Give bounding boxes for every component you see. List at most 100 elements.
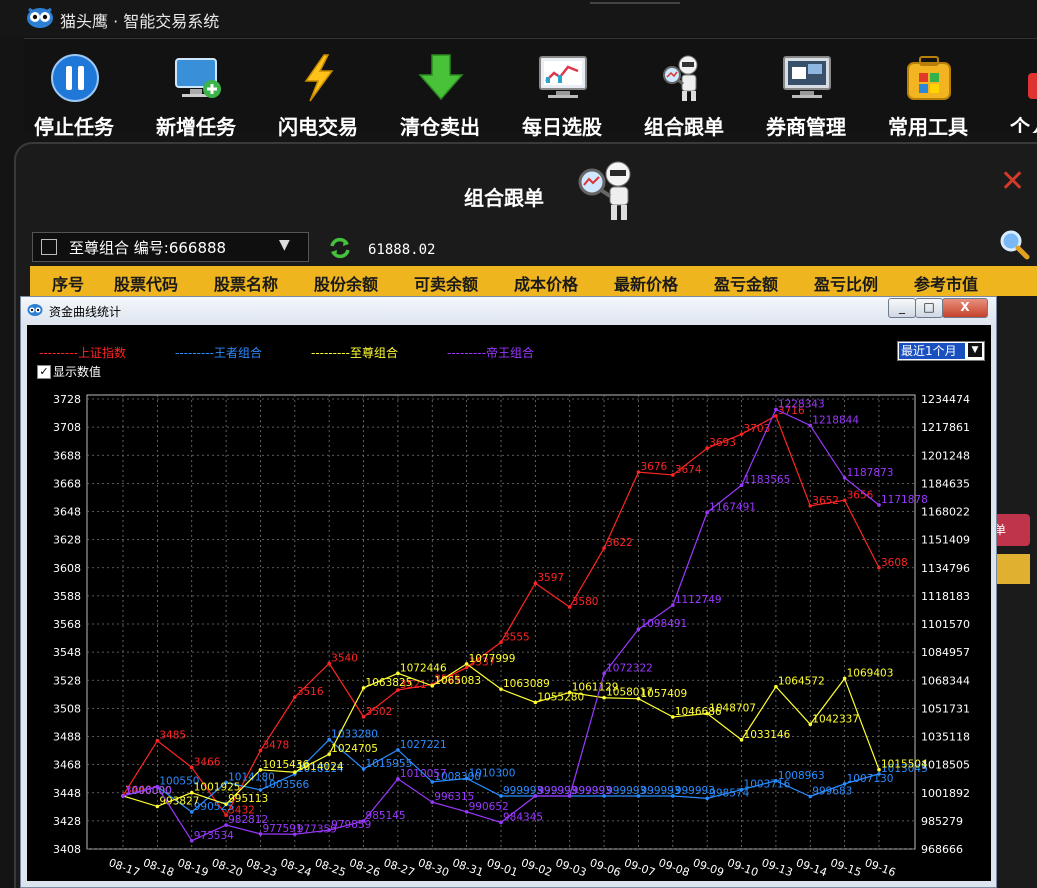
x-axis-tick-label: 09-15	[829, 856, 863, 879]
right-axis-tick-label: 1035118	[921, 731, 970, 744]
data-label: 1077999	[469, 653, 516, 665]
pause-icon	[51, 54, 99, 102]
col-stock-name[interactable]: 股票名称	[214, 271, 278, 295]
stock-chart-monitor-icon	[539, 56, 587, 98]
data-label: 995113	[228, 793, 268, 805]
data-label: 3540	[331, 652, 358, 664]
data-label: 3693	[709, 437, 736, 449]
x-axis-tick-label: 09-10	[725, 856, 759, 879]
portfolio-follow-label: 组合跟单	[644, 115, 724, 139]
dialog-title: 资金曲线统计	[49, 305, 122, 319]
panel-close-button[interactable]: ✕	[1000, 164, 1025, 199]
x-axis-tick-label: 08-20	[210, 856, 244, 879]
col-cost-price[interactable]: 成本价格	[514, 271, 578, 295]
chart-area: ---------上证指数 ---------王者组合 ---------至尊组…	[27, 325, 991, 881]
chevron-down-icon: ▼	[279, 237, 290, 253]
x-axis-tick-label: 08-24	[279, 856, 313, 879]
flash-trade-label: 闪电交易	[278, 115, 358, 139]
left-axis-tick-label: 3408	[53, 843, 81, 856]
data-label: 1063089	[503, 678, 550, 690]
user-icon	[1028, 73, 1037, 99]
data-label: 3676	[640, 461, 667, 473]
minimize-button[interactable]: _	[888, 298, 916, 318]
data-label: 3674	[675, 464, 702, 476]
data-label: 999993	[572, 785, 612, 797]
data-label: 1010057	[400, 768, 447, 780]
col-market-value[interactable]: 参考市值	[914, 271, 978, 295]
x-axis-tick-label: 09-16	[863, 856, 897, 879]
col-index[interactable]: 序号	[52, 271, 84, 295]
download-arrow-icon	[418, 54, 464, 101]
left-axis-tick-label: 3608	[53, 562, 81, 575]
data-label: 3597	[537, 572, 564, 584]
x-axis-tick-label: 09-08	[657, 856, 691, 879]
x-axis-tick-label: 08-25	[313, 856, 347, 879]
data-label: 1218844	[812, 414, 859, 426]
broker-manage-label: 券商管理	[766, 115, 846, 139]
dialog-title-bar[interactable]: 资金曲线统计 _ □ X	[21, 297, 996, 323]
right-axis-tick-label: 1001892	[921, 787, 970, 800]
dialog-close-button[interactable]: X	[942, 298, 988, 318]
col-stock-code[interactable]: 股票代码	[114, 271, 178, 295]
portfolio-select[interactable]: 至尊组合 编号:666888 ▼	[32, 232, 309, 262]
col-pnl-amount[interactable]: 盈亏金额	[714, 271, 778, 295]
stop-task-button[interactable]: 停止任务	[24, 49, 124, 139]
x-axis-tick-label: 09-02	[519, 856, 553, 879]
x-axis-tick-label: 08-23	[244, 856, 278, 879]
clear-sell-label: 清仓卖出	[400, 115, 480, 139]
right-axis-tick-label: 985279	[921, 815, 963, 828]
col-pnl-ratio[interactable]: 盈亏比例	[814, 271, 878, 295]
data-label: 1228343	[778, 398, 825, 410]
right-axis-tick-label: 1234474	[921, 393, 970, 406]
left-axis-tick-label: 3668	[53, 477, 81, 490]
refresh-icon[interactable]	[328, 236, 352, 260]
data-label: 3502	[366, 706, 393, 718]
robot-magnifier-icon	[578, 161, 631, 220]
data-label: 3580	[572, 596, 599, 608]
x-axis-tick-label: 08-17	[107, 856, 141, 879]
x-axis-tick-label: 08-30	[416, 856, 450, 879]
broker-manage-button[interactable]: 券商管理	[756, 49, 856, 139]
search-icon[interactable]	[998, 228, 1030, 260]
data-label: 993827	[159, 795, 199, 807]
x-axis-tick-label: 09-03	[554, 856, 588, 879]
common-tools-button[interactable]: 常用工具	[878, 49, 978, 139]
data-label: 1167491	[709, 501, 756, 513]
data-label: 1098491	[640, 618, 687, 630]
data-label: 1003566	[262, 779, 309, 791]
x-axis-tick-label: 09-13	[760, 856, 794, 879]
daily-pick-button[interactable]: 每日选股	[512, 49, 612, 139]
left-axis-tick-label: 3588	[53, 590, 81, 603]
left-axis-tick-label: 3648	[53, 506, 81, 519]
right-axis-tick-label: 1051731	[921, 702, 970, 715]
maximize-button[interactable]: □	[915, 298, 943, 318]
col-share-balance[interactable]: 股份余额	[314, 271, 378, 295]
col-latest-price[interactable]: 最新价格	[614, 271, 678, 295]
personal-label: 个人	[1010, 115, 1037, 133]
data-label: 3516	[297, 686, 324, 698]
data-label: 984345	[503, 811, 543, 823]
right-axis-tick-label: 1168022	[921, 506, 970, 519]
right-axis-tick-label: 1101570	[921, 618, 970, 631]
add-task-button[interactable]: 新增任务	[146, 49, 246, 139]
data-label: 3555	[503, 631, 530, 643]
data-label: 1010300	[469, 768, 516, 780]
clear-sell-button[interactable]: 清仓卖出	[390, 49, 490, 139]
data-label: 1048707	[709, 702, 756, 714]
x-axis-tick-label: 09-09	[691, 856, 725, 879]
data-label: 1033146	[744, 729, 791, 741]
right-axis-tick-label: 968666	[921, 843, 963, 856]
x-axis-tick-label: 08-31	[451, 856, 485, 879]
personal-button[interactable]: 个人	[1000, 49, 1037, 133]
data-label: 3652	[812, 495, 839, 507]
portfolio-follow-button[interactable]: 组合跟单	[634, 49, 734, 139]
data-label: 1057409	[640, 688, 687, 700]
right-axis-tick-label: 1084957	[921, 646, 970, 659]
x-axis-tick-label: 08-18	[141, 856, 175, 879]
panel-title: 组合跟单	[464, 186, 544, 210]
list-icon	[41, 239, 57, 255]
flash-trade-button[interactable]: 闪电交易	[268, 49, 368, 139]
left-axis-tick-label: 3728	[53, 393, 81, 406]
col-sellable[interactable]: 可卖余额	[414, 271, 478, 295]
left-axis-tick-label: 3708	[53, 421, 81, 434]
